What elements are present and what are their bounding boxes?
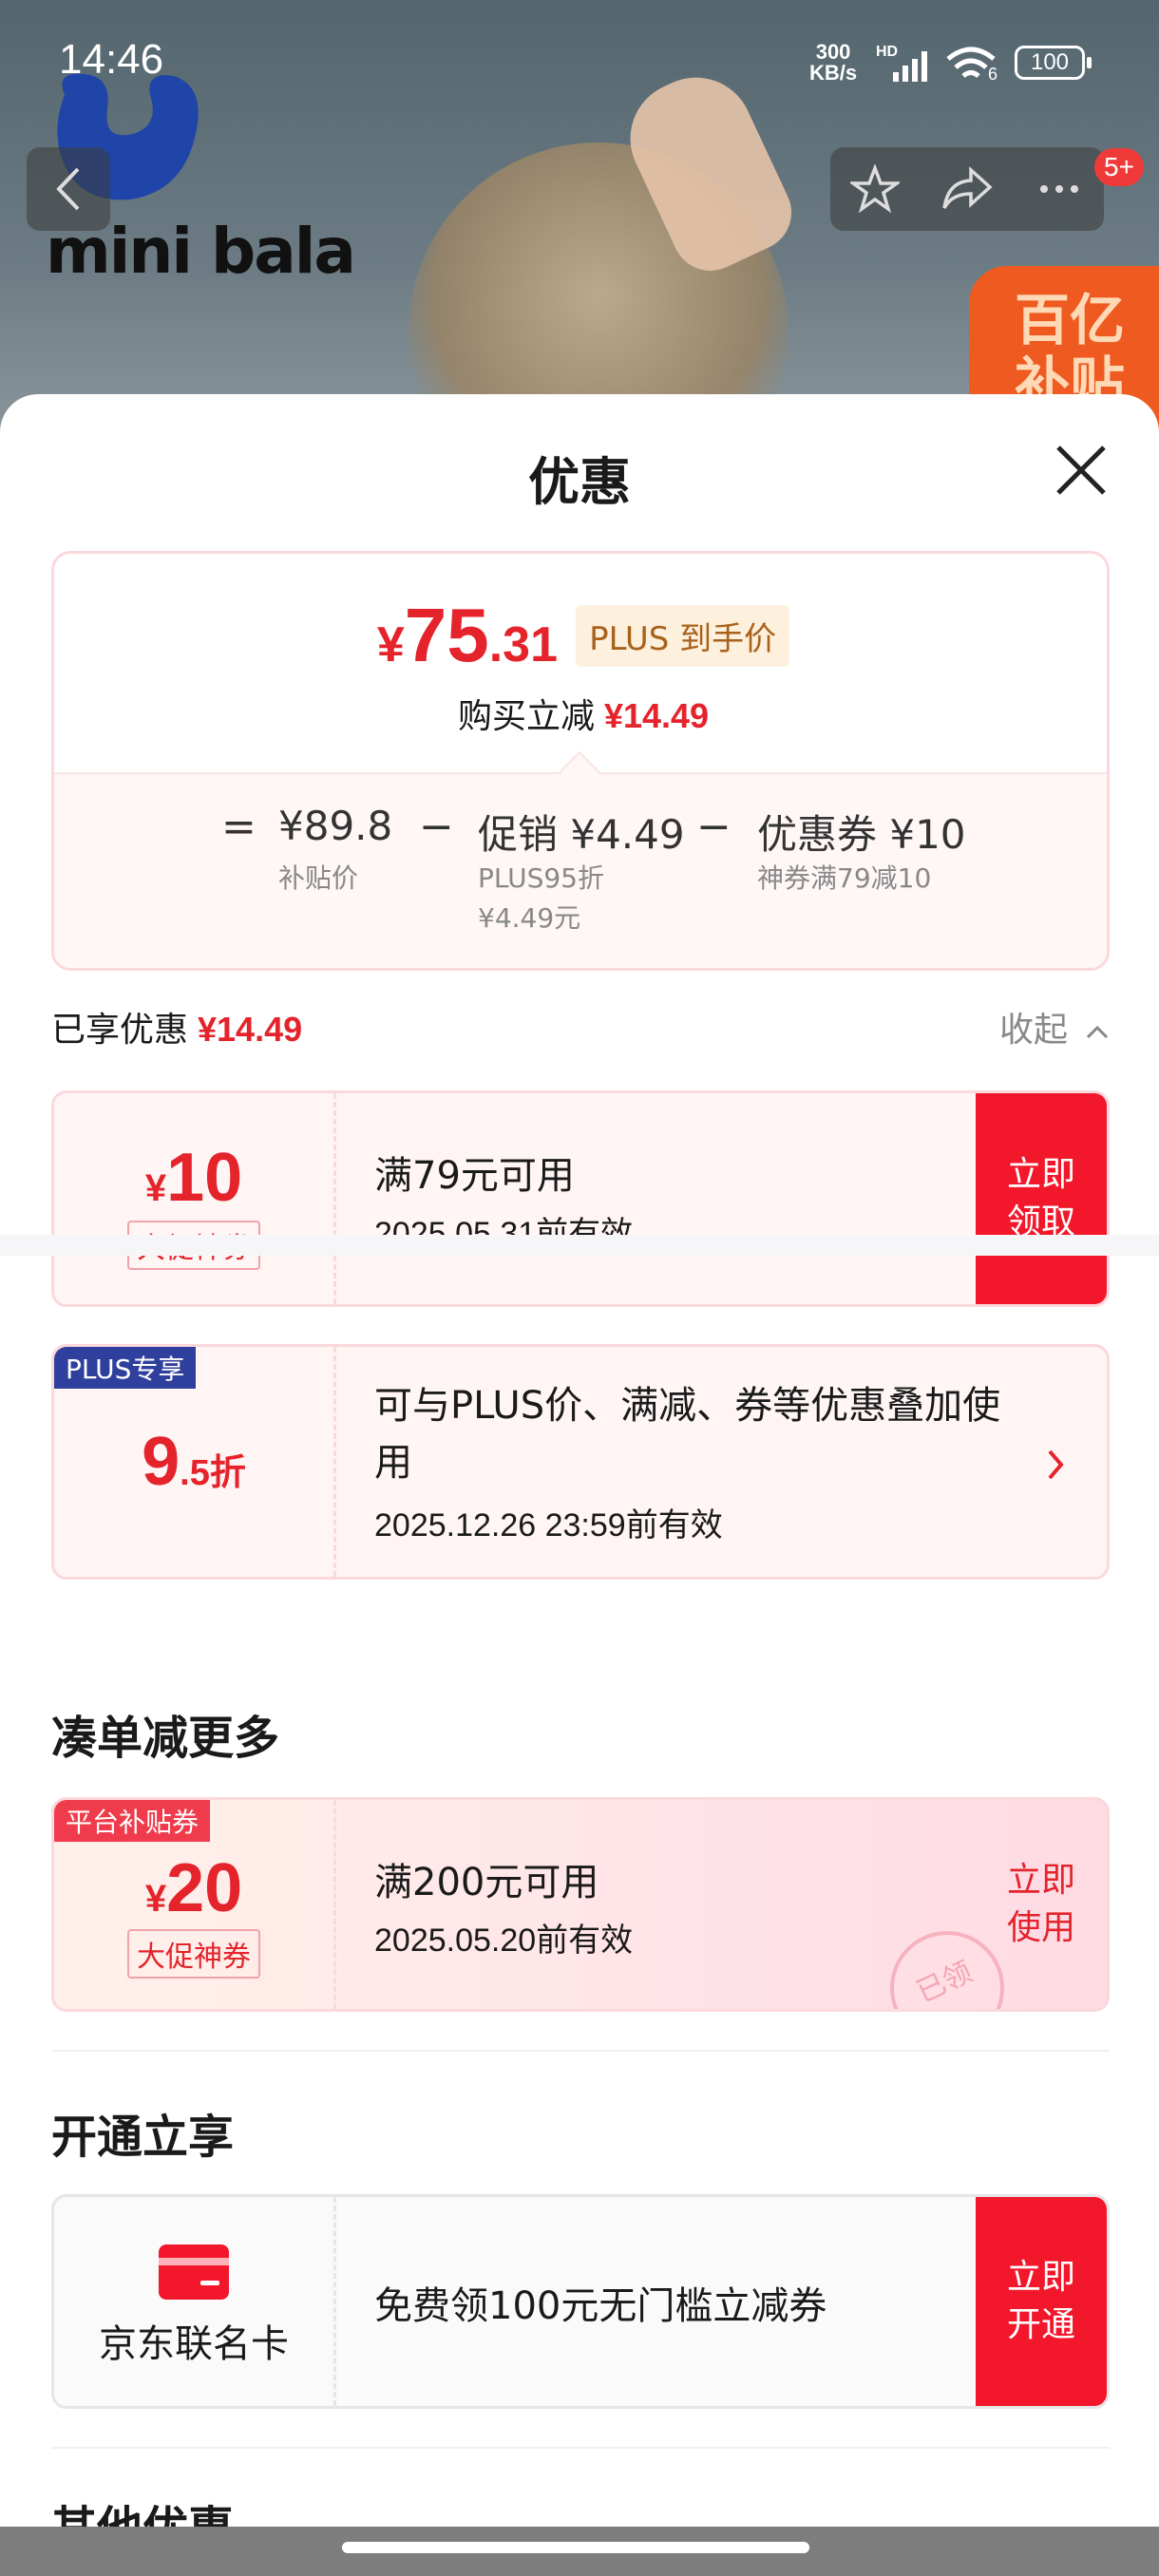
- sheet-title: 优惠: [528, 452, 631, 512]
- plus-price-tag: PLUS 到手价: [576, 604, 790, 667]
- equals-sign: =: [221, 803, 256, 851]
- price-breakdown: = ¥89.8 补贴价 − 促销 ¥4.49 PLUS95折 ¥4.49元 − …: [54, 772, 1107, 968]
- coupon-condition: 满200元可用: [374, 1861, 599, 1904]
- plus-validity: 2025.12.26 23:59前有效: [374, 1507, 723, 1544]
- card-name: 京东联名卡: [99, 2322, 289, 2366]
- credit-card-icon: [159, 2245, 229, 2300]
- final-price-row: ¥75.31 PLUS 到手价: [54, 592, 1107, 679]
- coupon-tag: 大促神券: [127, 1929, 260, 1979]
- coupon-amount: ¥10: [144, 1140, 243, 1216]
- claim-coupon-button[interactable]: 立即领取: [976, 1093, 1107, 1304]
- back-button[interactable]: [27, 147, 110, 231]
- home-indicator[interactable]: [342, 2542, 809, 2553]
- divider: [51, 2447, 1110, 2449]
- final-price: ¥75.31: [376, 593, 559, 677]
- network-speed: 300 KB/s: [809, 40, 858, 85]
- coupon-sub: 神券满79减10: [757, 862, 932, 894]
- section-title-open: 开通立享: [51, 2111, 235, 2164]
- share-icon[interactable]: [940, 164, 994, 214]
- battery-indicator: 100: [1015, 46, 1092, 80]
- promo-sub2: ¥4.49元: [478, 902, 581, 934]
- divider: [51, 2050, 1110, 2052]
- favorite-star-icon[interactable]: [850, 164, 901, 214]
- plus-discount-card[interactable]: PLUS专享 9.5折 可与PLUS价、满减、券等优惠叠加使用 2025.12.…: [51, 1344, 1110, 1580]
- chevron-left-icon: [56, 167, 80, 211]
- platform-coupon-card: 平台补贴券 ¥20 大促神券 满200元可用 2025.05.20前有效 已领 …: [51, 1797, 1110, 2012]
- collapse-button[interactable]: 收起: [999, 1002, 1111, 1051]
- minus-sign: −: [419, 803, 454, 851]
- coupon-value: 优惠券 ¥10: [757, 811, 966, 858]
- coupon-amount: ¥20: [144, 1850, 243, 1926]
- minus-sign: −: [696, 803, 732, 851]
- save-line: 购买立减 ¥14.49: [457, 696, 710, 736]
- coupon-validity: 2025.05.20前有效: [374, 1923, 634, 1959]
- price-summary-card: ¥75.31 PLUS 到手价 购买立减 ¥14.49 = ¥89.8 补贴价 −…: [51, 551, 1110, 971]
- promo-value: 促销 ¥4.49: [478, 811, 685, 858]
- co-brand-card-offer: 京东联名卡 免费领100元无门槛立减券 立即开通: [51, 2194, 1110, 2409]
- card-offer-desc: 免费领100元无门槛立减券: [374, 2284, 827, 2328]
- plus-description: 可与PLUS价、满减、券等优惠叠加使用: [374, 1384, 1001, 1485]
- section-title-more: 凑单减更多: [51, 1712, 280, 1765]
- coupon-condition: 满79元可用: [374, 1154, 575, 1198]
- more-icon[interactable]: [1035, 164, 1084, 214]
- base-price-value: ¥89.8: [278, 803, 393, 849]
- chevron-right-icon: [1048, 1449, 1064, 1480]
- base-price-label: 补贴价: [278, 862, 359, 894]
- section-divider: [0, 1235, 1159, 1256]
- wifi-version: 6: [988, 65, 998, 84]
- signal-icon: [893, 51, 927, 82]
- enjoyed-discount: 已享优惠 ¥14.49: [51, 1010, 303, 1050]
- message-badge: 5+: [1094, 148, 1144, 186]
- plus-discount-rate: 9.5折: [142, 1424, 246, 1500]
- chevron-up-icon: [1087, 1025, 1109, 1039]
- status-bar: 14:46 300 KB/s HD 6 100: [0, 0, 1159, 123]
- brand-logo-text: mini bala: [46, 215, 356, 288]
- status-time: 14:46: [59, 36, 164, 83]
- use-coupon-button[interactable]: 立即使用: [976, 1800, 1107, 2009]
- close-icon[interactable]: [1053, 442, 1110, 499]
- nav-actions: [830, 147, 1104, 231]
- coupon-card: ¥10 大促神券 满79元可用 2025.05.31前有效 立即领取: [51, 1090, 1110, 1307]
- open-card-button[interactable]: 立即开通: [976, 2197, 1107, 2406]
- promo-sub1: PLUS95折: [478, 862, 604, 894]
